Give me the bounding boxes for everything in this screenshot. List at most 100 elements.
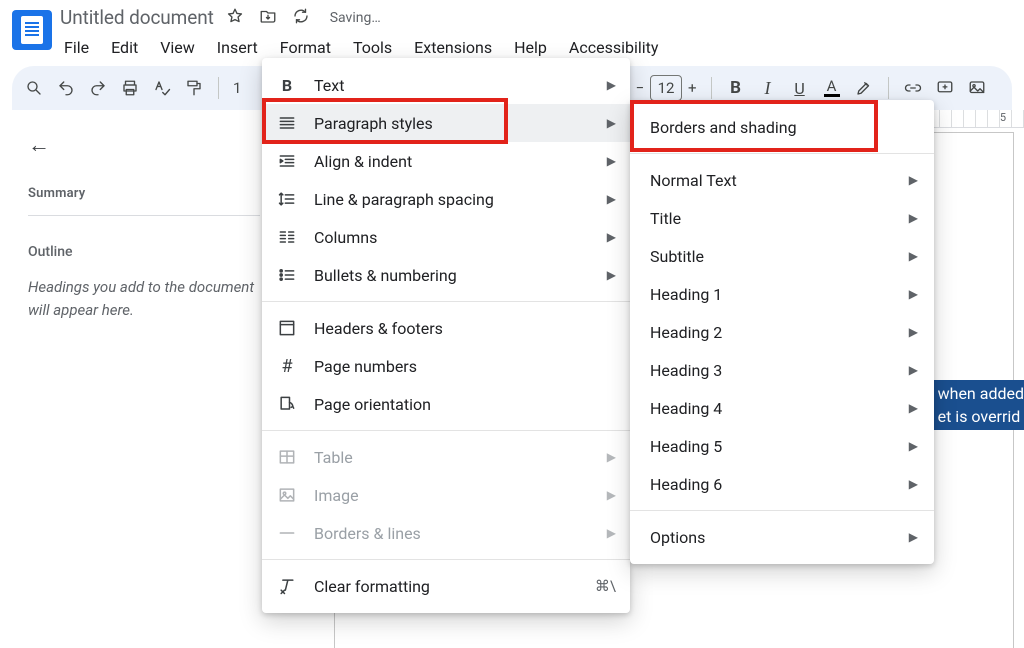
menu-divider (262, 301, 630, 302)
text-color-button[interactable]: A (822, 78, 842, 98)
menu-view[interactable]: View (150, 32, 205, 63)
menu-page-orientation[interactable]: Page orientation (262, 385, 630, 423)
chevron-right-icon: ▶ (607, 488, 616, 502)
chevron-right-icon: ▶ (909, 249, 918, 263)
ruler-mark-5: 5 (1000, 111, 1006, 124)
separator (711, 77, 712, 99)
highlight-button[interactable] (854, 78, 874, 98)
line-icon (276, 522, 298, 544)
link-icon[interactable] (903, 78, 923, 98)
clear-format-icon (276, 575, 298, 597)
chevron-right-icon: ▶ (607, 268, 616, 282)
chevron-right-icon: ▶ (607, 154, 616, 168)
chevron-right-icon: ▶ (607, 116, 616, 130)
document-title[interactable]: Untitled document (60, 6, 214, 29)
submenu-title[interactable]: Title▶ (630, 199, 934, 237)
chevron-right-icon: ▶ (909, 401, 918, 415)
submenu-borders-shading[interactable]: Borders and shading (630, 108, 934, 146)
indent-icon (276, 150, 298, 172)
chevron-right-icon: ▶ (909, 477, 918, 491)
chevron-right-icon: ▶ (909, 439, 918, 453)
italic-button[interactable]: I (758, 78, 778, 98)
chevron-right-icon: ▶ (607, 526, 616, 540)
menu-file[interactable]: File (54, 32, 99, 63)
menu-insert[interactable]: Insert (207, 32, 268, 63)
submenu-heading-6[interactable]: Heading 6▶ (630, 465, 934, 503)
plus-icon[interactable]: + (688, 79, 697, 97)
chevron-right-icon: ▶ (607, 192, 616, 206)
submenu-heading-4[interactable]: Heading 4▶ (630, 389, 934, 427)
chevron-right-icon: ▶ (909, 363, 918, 377)
chevron-right-icon: ▶ (607, 450, 616, 464)
menu-divider (630, 510, 934, 511)
docs-logo[interactable] (12, 10, 52, 50)
menu-align-indent[interactable]: Align & indent▶ (262, 142, 630, 180)
font-size-control[interactable]: − 12 + (635, 75, 696, 101)
columns-icon (276, 226, 298, 248)
outline-label: Outline (28, 244, 260, 260)
bold-icon: B (276, 74, 298, 96)
submenu-heading-2[interactable]: Heading 2▶ (630, 313, 934, 351)
menu-page-numbers[interactable]: # Page numbers (262, 347, 630, 385)
header: Untitled document Saving… File Edit View… (0, 0, 1024, 62)
star-icon[interactable] (226, 7, 244, 29)
outline-sidebar: ← Summary Outline Headings you add to th… (0, 110, 288, 648)
page-number-icon: # (276, 355, 298, 377)
summary-label: Summary (28, 186, 260, 201)
menu-paragraph-styles[interactable]: Paragraph styles▶ (262, 104, 630, 142)
spellcheck-icon[interactable] (152, 78, 172, 98)
chevron-right-icon: ▶ (909, 530, 918, 544)
orientation-icon (276, 393, 298, 415)
zoom-selector[interactable]: 1 (233, 79, 241, 97)
comment-icon[interactable] (935, 78, 955, 98)
format-menu: B Text▶ Paragraph styles▶ Align & indent… (262, 58, 630, 613)
image-icon (276, 484, 298, 506)
submenu-normal-text[interactable]: Normal Text▶ (630, 161, 934, 199)
bold-button[interactable]: B (726, 78, 746, 98)
saving-status: Saving… (330, 10, 381, 26)
submenu-subtitle[interactable]: Subtitle▶ (630, 237, 934, 275)
menu-borders-lines: Borders & lines▶ (262, 514, 630, 552)
chevron-right-icon: ▶ (607, 230, 616, 244)
menu-divider (262, 559, 630, 560)
chevron-right-icon: ▶ (909, 211, 918, 225)
underline-button[interactable]: U (790, 78, 810, 98)
header-footer-icon (276, 317, 298, 339)
menu-edit[interactable]: Edit (101, 32, 148, 63)
menu-bullets-numbering[interactable]: Bullets & numbering▶ (262, 256, 630, 294)
chevron-right-icon: ▶ (909, 287, 918, 301)
print-icon[interactable] (120, 78, 140, 98)
move-icon[interactable] (258, 7, 278, 29)
submenu-heading-1[interactable]: Heading 1▶ (630, 275, 934, 313)
menu-columns[interactable]: Columns▶ (262, 218, 630, 256)
chevron-right-icon: ▶ (607, 78, 616, 92)
paragraph-icon (276, 112, 298, 134)
menu-image: Image▶ (262, 476, 630, 514)
submenu-options[interactable]: Options▶ (630, 518, 934, 556)
table-icon (276, 446, 298, 468)
menu-headers-footers[interactable]: Headers & footers (262, 309, 630, 347)
divider (28, 215, 260, 216)
submenu-heading-5[interactable]: Heading 5▶ (630, 427, 934, 465)
separator (888, 77, 889, 99)
minus-icon[interactable]: − (635, 79, 644, 97)
status-icon[interactable] (292, 7, 310, 29)
paint-format-icon[interactable] (184, 78, 204, 98)
font-size-value[interactable]: 12 (650, 75, 682, 101)
search-icon[interactable] (24, 78, 44, 98)
menu-divider (262, 430, 630, 431)
submenu-heading-3[interactable]: Heading 3▶ (630, 351, 934, 389)
menu-table: Table▶ (262, 438, 630, 476)
chevron-right-icon: ▶ (909, 173, 918, 187)
undo-icon[interactable] (56, 78, 76, 98)
paragraph-styles-submenu: Borders and shading Normal Text▶ Title▶ … (630, 100, 934, 564)
outline-empty-hint: Headings you add to the document will ap… (28, 276, 260, 321)
selected-text: when added et is overrid (932, 380, 1024, 430)
redo-icon[interactable] (88, 78, 108, 98)
menu-clear-formatting[interactable]: Clear formatting⌘\ (262, 567, 630, 605)
menu-text[interactable]: B Text▶ (262, 66, 630, 104)
menu-line-spacing[interactable]: Line & paragraph spacing▶ (262, 180, 630, 218)
list-icon (276, 264, 298, 286)
image-icon[interactable] (967, 78, 987, 98)
back-arrow-icon[interactable]: ← (28, 132, 260, 158)
